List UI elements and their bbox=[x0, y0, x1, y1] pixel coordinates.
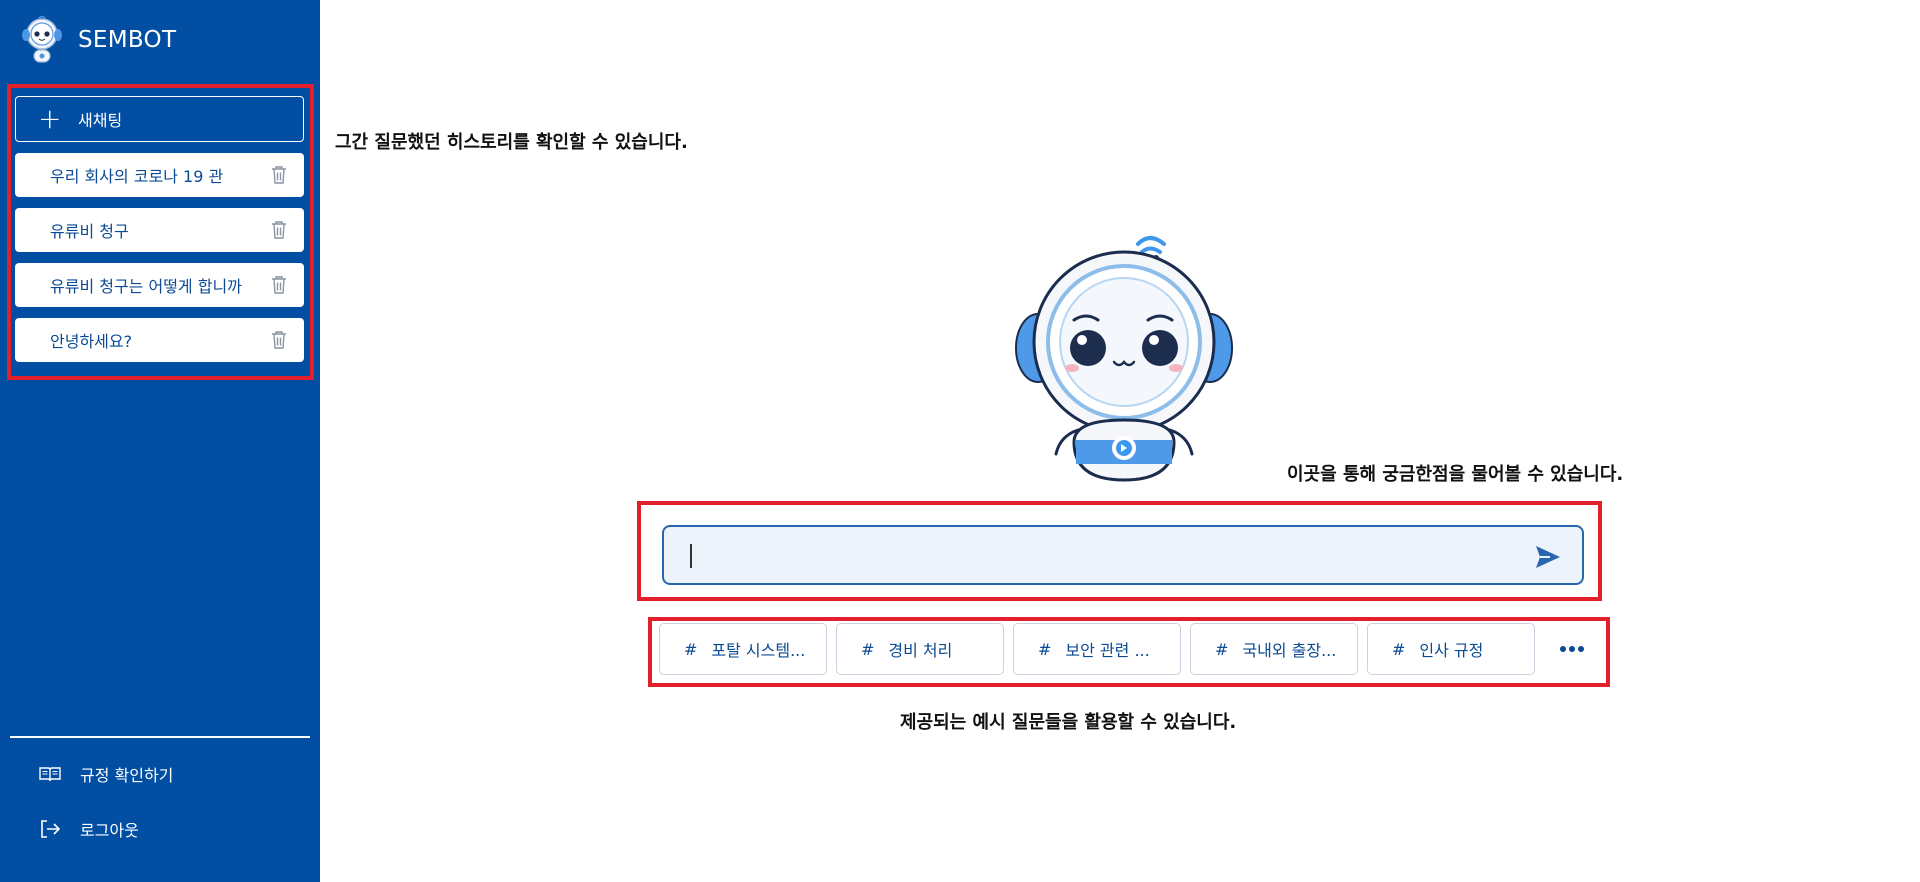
history-item[interactable]: 유류비 청구 bbox=[15, 208, 304, 252]
history-item-title: 유류비 청구 bbox=[50, 222, 129, 241]
logout-icon bbox=[41, 820, 61, 838]
more-dots-icon[interactable] bbox=[1557, 638, 1587, 660]
new-chat-label: 새채팅 bbox=[78, 111, 123, 130]
input-note: 이곳을 통해 궁금한점을 물어볼 수 있습니다. bbox=[1287, 464, 1624, 485]
robot-mascot-icon bbox=[1015, 236, 1233, 482]
suggestion-chip[interactable]: # 보안 관련 ... bbox=[1013, 623, 1181, 675]
logout-link[interactable]: 로그아웃 bbox=[38, 817, 139, 841]
suggestion-chip[interactable]: # 국내외 출장... bbox=[1190, 623, 1358, 675]
hash-icon: # bbox=[1392, 639, 1406, 659]
rules-link[interactable]: 규정 확인하기 bbox=[38, 762, 173, 786]
chat-input-container[interactable] bbox=[662, 525, 1584, 585]
book-icon bbox=[39, 767, 61, 782]
suggestion-label: 보안 관련 ... bbox=[1065, 641, 1150, 660]
trash-icon[interactable] bbox=[270, 330, 288, 350]
app-name: SEMBOT bbox=[78, 27, 177, 53]
history-item[interactable]: 유류비 청구는 어떻게 합니까 bbox=[15, 263, 304, 307]
suggestion-label: 국내외 출장... bbox=[1242, 641, 1337, 660]
suggestion-chip[interactable]: # 포탈 시스템... bbox=[659, 623, 827, 675]
hash-icon: # bbox=[684, 639, 698, 659]
brand[interactable]: SEMBOT bbox=[18, 14, 176, 66]
text-caret bbox=[690, 544, 692, 568]
new-chat-button[interactable]: + 새채팅 bbox=[15, 96, 304, 142]
send-icon[interactable] bbox=[1534, 544, 1562, 570]
suggestion-label: 경비 처리 bbox=[888, 641, 953, 660]
suggestion-chip[interactable]: # 경비 처리 bbox=[836, 623, 1004, 675]
trash-icon[interactable] bbox=[270, 165, 288, 185]
chat-input[interactable] bbox=[684, 537, 1508, 575]
trash-icon[interactable] bbox=[270, 275, 288, 295]
suggestion-chip[interactable]: # 인사 규정 bbox=[1367, 623, 1535, 675]
hash-icon: # bbox=[861, 639, 875, 659]
hash-icon: # bbox=[1038, 639, 1052, 659]
logout-label: 로그아웃 bbox=[80, 821, 139, 840]
suggestion-label: 인사 규정 bbox=[1419, 641, 1484, 660]
suggestion-label: 포탈 시스템... bbox=[711, 641, 806, 660]
robot-logo-icon bbox=[22, 15, 62, 63]
history-item-title: 안녕하세요? bbox=[50, 332, 133, 351]
chips-note: 제공되는 예시 질문들을 활용할 수 있습니다. bbox=[900, 712, 1237, 733]
history-note: 그간 질문했던 히스토리를 확인할 수 있습니다. bbox=[335, 132, 688, 153]
history-item[interactable]: 안녕하세요? bbox=[15, 318, 304, 362]
history-item-title: 유류비 청구는 어떻게 합니까 bbox=[50, 277, 242, 296]
sidebar-divider bbox=[10, 736, 310, 738]
plus-icon: + bbox=[38, 102, 62, 135]
history-item-title: 우리 회사의 코로나 19 관 bbox=[50, 167, 224, 186]
history-item[interactable]: 우리 회사의 코로나 19 관 bbox=[15, 153, 304, 197]
trash-icon[interactable] bbox=[270, 220, 288, 240]
hash-icon: # bbox=[1215, 639, 1229, 659]
rules-label: 규정 확인하기 bbox=[80, 766, 174, 785]
